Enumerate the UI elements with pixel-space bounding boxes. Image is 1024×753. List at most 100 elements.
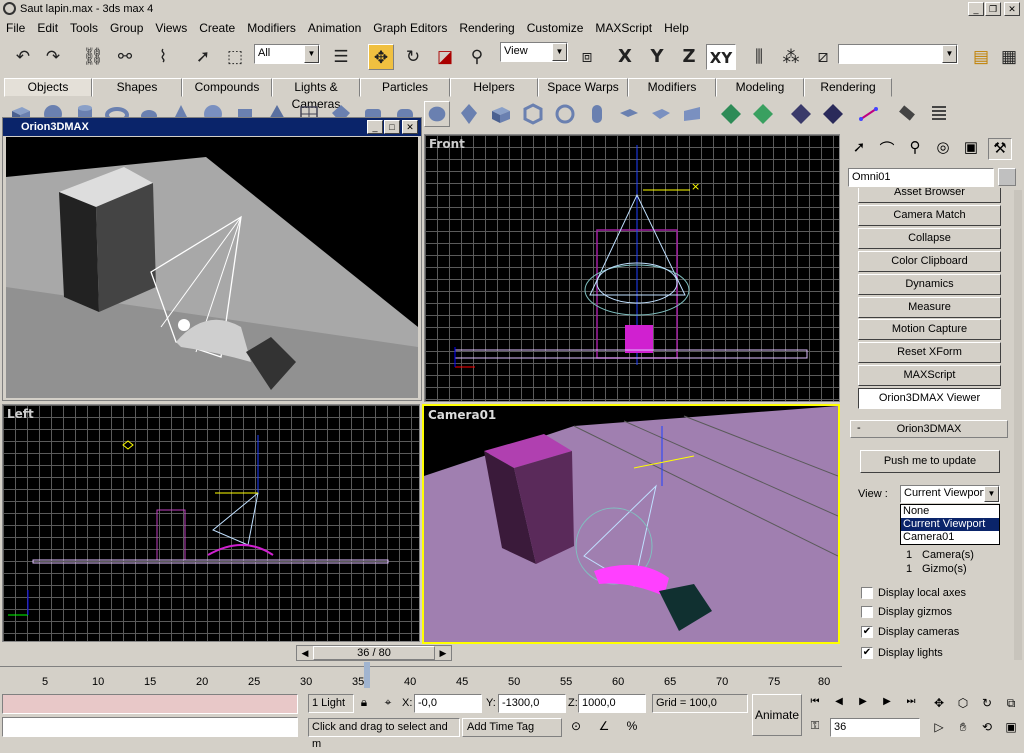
capsule-icon[interactable] <box>424 101 450 127</box>
absolute-mode-icon[interactable]: ⌖ <box>380 695 396 711</box>
c-ext-icon[interactable] <box>616 101 642 127</box>
named-selection-select[interactable]: ▼ <box>838 44 958 64</box>
collapse-button[interactable]: Collapse <box>858 228 1001 249</box>
nurbs-cv-icon[interactable] <box>788 101 814 127</box>
pan-icon[interactable]: ✥ <box>930 696 948 712</box>
tab-lights-cameras[interactable]: Lights & Cameras <box>272 78 360 111</box>
menu-views[interactable]: Views <box>149 21 193 35</box>
reset-xform-button[interactable]: Reset XForm <box>858 342 1001 363</box>
zoom-icon[interactable]: ⬡ <box>954 696 972 712</box>
viewport-left[interactable]: Left <box>2 404 420 642</box>
restrict-x-button[interactable]: X <box>612 44 638 70</box>
object-color-swatch[interactable] <box>998 168 1016 186</box>
display-lights-checkbox[interactable]: ✔ <box>861 647 873 659</box>
timeline-ruler[interactable]: 5 10 15 20 25 30 35 40 45 50 55 60 65 70… <box>0 662 842 692</box>
tab-space-warps[interactable]: Space Warps <box>538 78 628 97</box>
prev-frame-icon[interactable]: ◀ <box>830 696 848 712</box>
view-option-none[interactable]: None <box>901 505 999 518</box>
patch-quad-icon[interactable] <box>718 101 744 127</box>
restrict-y-button[interactable]: Y <box>644 44 670 70</box>
percent-snap-icon[interactable]: % <box>622 719 642 737</box>
view-option-current-viewport[interactable]: Current Viewport <box>901 518 999 531</box>
tab-modeling[interactable]: Modeling <box>716 78 804 97</box>
menu-edit[interactable]: Edit <box>31 21 64 35</box>
orion-render-view[interactable] <box>6 137 418 398</box>
select-object-icon[interactable]: ➚ <box>190 44 216 70</box>
spindle-icon[interactable] <box>456 101 482 127</box>
arc-rotate-icon[interactable]: ⟲ <box>978 720 996 736</box>
view-option-camera01[interactable]: Camera01 <box>901 531 999 544</box>
add-time-tag-button[interactable]: Add Time Tag <box>462 718 562 737</box>
time-slider-prev[interactable]: ◀ <box>297 646 313 660</box>
menu-create[interactable]: Create <box>193 21 241 35</box>
viewport-camera[interactable]: Camera01 <box>422 404 840 644</box>
pivot-center-icon[interactable]: ⧈ <box>574 44 600 70</box>
unlink-icon[interactable]: ⚯ <box>112 44 138 70</box>
spring-icon[interactable] <box>926 101 952 127</box>
hierarchy-tab-icon[interactable]: ⚲ <box>904 138 926 160</box>
manipulate-icon[interactable]: ⚲ <box>464 44 490 70</box>
z-coord-field[interactable]: 1000,0 <box>578 694 646 713</box>
object-name-field[interactable]: Omni01 <box>848 168 994 187</box>
patch-tri-icon[interactable] <box>750 101 776 127</box>
tab-particles[interactable]: Particles <box>360 78 450 97</box>
menu-animation[interactable]: Animation <box>302 21 367 35</box>
angle-snap-icon[interactable]: ∠ <box>594 719 614 737</box>
select-region-icon[interactable]: ⬚ <box>222 44 248 70</box>
menu-group[interactable]: Group <box>104 21 149 35</box>
tab-compounds[interactable]: Compounds <box>182 78 272 97</box>
bind-space-warp-icon[interactable]: ⌇ <box>150 44 176 70</box>
menu-customize[interactable]: Customize <box>521 21 590 35</box>
l-ext-icon[interactable] <box>488 101 514 127</box>
view-select[interactable]: Current Viewport ▼ <box>900 485 1000 503</box>
maxscript-listener-bottom[interactable] <box>2 717 298 737</box>
x-coord-field[interactable]: -0,0 <box>414 694 482 713</box>
redo-icon[interactable]: ↷ <box>40 44 66 70</box>
motion-capture-button[interactable]: Motion Capture <box>858 319 1001 340</box>
light-icon[interactable] <box>894 101 920 127</box>
color-clipboard-button[interactable]: Color Clipboard <box>858 251 1001 272</box>
prism-icon[interactable] <box>680 101 706 127</box>
bones-icon[interactable] <box>856 101 882 127</box>
current-frame-field[interactable]: 36 <box>830 718 920 737</box>
display-local-axes-checkbox[interactable] <box>861 587 873 599</box>
menu-graph-editors[interactable]: Graph Editors <box>367 21 453 35</box>
menu-help[interactable]: Help <box>658 21 695 35</box>
maxscript-button[interactable]: MAXScript <box>858 365 1001 386</box>
tab-helpers[interactable]: Helpers <box>450 78 538 97</box>
select-link-icon[interactable]: ⛓ <box>80 44 106 70</box>
maximize-viewport-icon[interactable]: ▣ <box>1002 720 1020 736</box>
layers-icon[interactable]: ▤ <box>968 44 994 70</box>
menu-maxscript[interactable]: MAXScript <box>589 21 658 35</box>
select-by-name-icon[interactable]: ☰ <box>328 44 354 70</box>
modify-tab-icon[interactable]: ⌒ <box>876 138 898 160</box>
nurbs-point-icon[interactable] <box>820 101 846 127</box>
hand-pan-icon[interactable]: ✋︎ <box>954 720 972 736</box>
orion-minimize-button[interactable]: _ <box>367 120 383 134</box>
restrict-z-button[interactable]: Z <box>676 44 702 70</box>
display-cameras-checkbox[interactable]: ✔ <box>861 626 873 638</box>
restrict-xy-button[interactable]: XY <box>706 44 736 70</box>
motion-tab-icon[interactable]: ◎ <box>932 138 954 160</box>
menu-file[interactable]: File <box>0 21 31 35</box>
display-gizmos-checkbox[interactable] <box>861 606 873 618</box>
play-icon[interactable]: ▶ <box>854 696 872 712</box>
mirror-icon[interactable]: ⫼ <box>746 44 772 70</box>
lock-selection-icon[interactable]: 🔒︎ <box>356 695 372 711</box>
time-slider-track[interactable]: ◀ 36 / 80 ▶ <box>296 645 452 661</box>
go-to-start-icon[interactable]: ⏮ <box>806 696 824 712</box>
camera-match-button[interactable]: Camera Match <box>858 205 1001 226</box>
array-icon[interactable]: ⁂ <box>778 44 804 70</box>
next-frame-icon[interactable]: ▶ <box>878 696 896 712</box>
time-slider-thumb[interactable]: 36 / 80 <box>313 646 435 660</box>
y-coord-field[interactable]: -1300,0 <box>498 694 566 713</box>
orion-maximize-button[interactable]: □ <box>384 120 400 134</box>
tab-modifiers[interactable]: Modifiers <box>628 78 716 97</box>
track-view-icon[interactable]: ▦ <box>996 44 1022 70</box>
menu-rendering[interactable]: Rendering <box>453 21 520 35</box>
tab-shapes[interactable]: Shapes <box>92 78 182 97</box>
go-to-end-icon[interactable]: ⏭ <box>902 696 920 712</box>
dynamics-button[interactable]: Dynamics <box>858 274 1001 295</box>
snap-toggle-icon[interactable]: ⊙ <box>566 719 586 737</box>
torus-knot-icon[interactable] <box>552 101 578 127</box>
